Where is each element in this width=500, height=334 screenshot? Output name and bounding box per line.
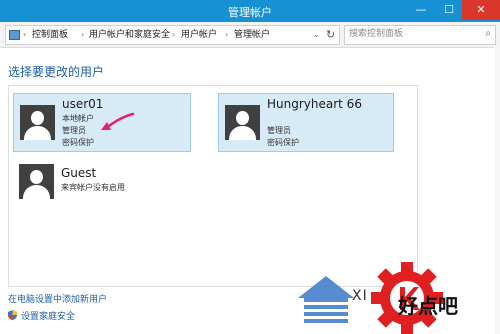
- watermark-logo: [298, 262, 443, 334]
- avatar: [19, 164, 54, 199]
- search-box: ⌕: [344, 25, 496, 45]
- maximize-button[interactable]: ☐: [436, 0, 462, 20]
- user-detail: 本地帐户: [62, 114, 94, 123]
- user-name: Hungryheart 66: [267, 97, 362, 111]
- breadcrumb-item-control-panel[interactable]: 控制面板: [32, 26, 68, 44]
- close-button[interactable]: ✕: [462, 0, 500, 20]
- user-name: user01: [62, 97, 104, 111]
- watermark-brand: 好点吧: [398, 294, 458, 318]
- chevron-down-icon[interactable]: ⌄: [313, 26, 320, 44]
- add-user-link[interactable]: 在电脑设置中添加新用户: [8, 292, 107, 305]
- avatar: [225, 105, 260, 140]
- shield-icon: [8, 310, 17, 320]
- user-detail: 来宾帐户没有启用: [61, 183, 125, 192]
- control-panel-icon: [9, 30, 20, 40]
- page-title: 选择要更改的用户: [8, 65, 105, 79]
- user-card-guest[interactable]: Guest 来宾帐户没有启用: [13, 156, 191, 206]
- family-safety-link[interactable]: 设置家庭安全: [21, 309, 75, 322]
- title-bar: 管理帐户 — ☐ ✕: [0, 0, 500, 22]
- refresh-icon[interactable]: ↻: [326, 26, 335, 44]
- breadcrumb-item-user-accounts-family[interactable]: 用户帐户和家庭安全: [89, 26, 170, 44]
- search-icon[interactable]: ⌕: [485, 28, 491, 39]
- user-card-hungryheart66[interactable]: Hungryheart 66 管理员 密码保护: [218, 93, 394, 152]
- breadcrumb-item-manage-accounts[interactable]: 管理帐户: [234, 26, 270, 44]
- chevron-right-icon: ›: [225, 30, 229, 39]
- pointer-arrow-icon: [101, 112, 135, 130]
- address-bar: › 控制面板 › 用户帐户和家庭安全 › 用户帐户 › 管理帐户 ⌄ ↻ ⌕: [0, 22, 500, 48]
- user-detail: 密码保护: [62, 138, 94, 147]
- user-detail: 管理员: [62, 126, 86, 135]
- watermark-letters: XI: [352, 288, 368, 304]
- search-input[interactable]: [347, 27, 479, 41]
- chevron-right-icon: ›: [23, 30, 27, 39]
- avatar: [20, 105, 55, 140]
- minimize-button[interactable]: —: [408, 0, 434, 20]
- user-list-panel: user01 本地帐户 管理员 密码保护 Hungryheart 66 管理员 …: [8, 85, 418, 287]
- user-detail: 管理员: [267, 126, 291, 135]
- chevron-right-icon: ›: [172, 30, 176, 39]
- chevron-right-icon: ›: [81, 30, 85, 39]
- breadcrumb-item-user-accounts[interactable]: 用户帐户: [181, 26, 217, 44]
- breadcrumb[interactable]: › 控制面板 › 用户帐户和家庭安全 › 用户帐户 › 管理帐户 ⌄ ↻: [5, 25, 340, 45]
- user-detail: 密码保护: [267, 138, 299, 147]
- user-name: Guest: [61, 166, 97, 180]
